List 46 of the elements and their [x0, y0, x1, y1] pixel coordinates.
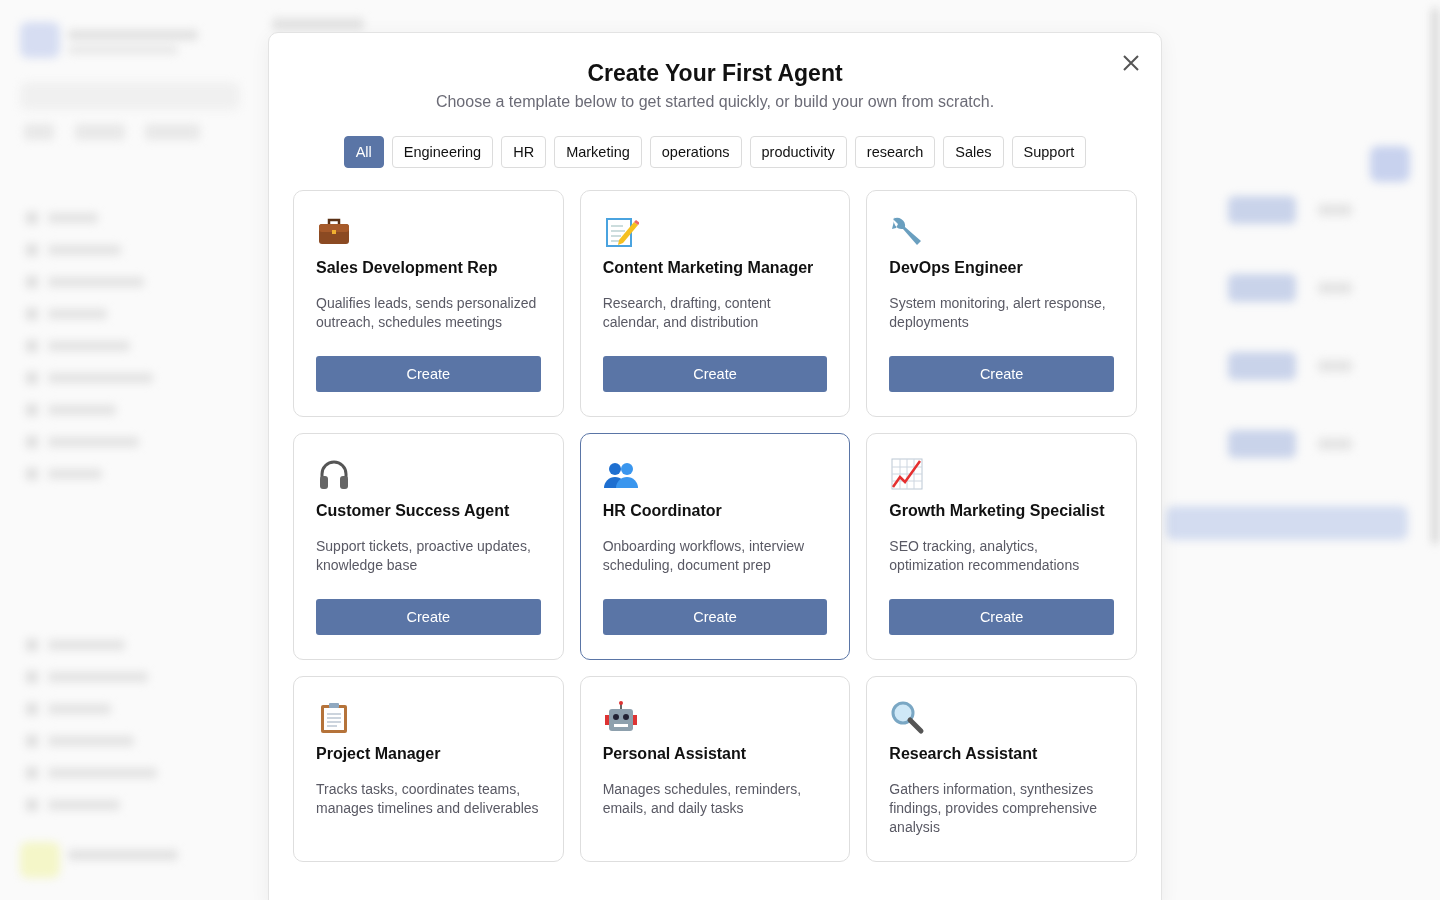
template-name: Growth Marketing Specialist	[889, 502, 1106, 520]
template-name: Personal Assistant	[602, 745, 748, 763]
template-name: Sales Development Rep	[316, 259, 499, 277]
template-card[interactable]: Personal Assistant Manages schedules, reminders, emails, and daily tasks	[579, 676, 851, 862]
dialog-title: Create Your First Agent	[587, 60, 843, 87]
template-name: Research Assistant	[889, 745, 1039, 763]
template-name: DevOps Engineer	[889, 259, 1024, 277]
template-card[interactable]: Research Assistant Gathers information, synthesizes findings, provides comprehensive analysis	[866, 676, 1137, 862]
template-name: Content Marketing Manager	[602, 259, 815, 277]
filter-tab[interactable]: operations	[649, 136, 742, 168]
filter-tab[interactable]: productivity	[749, 136, 847, 168]
template-description: Gathers information, synthesizes findings, provides comprehensive analysis	[889, 780, 1099, 837]
create-button[interactable]: Create	[316, 599, 541, 635]
template-card[interactable]: DevOps Engineer System monitoring, alert response, deployments Create	[866, 190, 1137, 417]
template-card[interactable]: Growth Marketing Specialist SEO tracking, analytics, optimization recommendations Create	[866, 433, 1137, 660]
create-button[interactable]: Create	[602, 599, 828, 635]
template-description: Manages schedules, reminders, emails, and daily tasks	[602, 780, 803, 818]
filter-tab[interactable]: Sales	[943, 136, 1004, 168]
template-description: SEO tracking, analytics, optimization recommendations	[889, 537, 1081, 575]
line-chart-icon	[889, 456, 926, 492]
create-button[interactable]: Create	[889, 356, 1114, 392]
template-description: Onboarding workflows, interview scheduling, document prep	[602, 537, 806, 575]
filter-tab[interactable]: HR	[501, 136, 547, 168]
filter-tab[interactable]: Support	[1011, 136, 1087, 168]
template-card[interactable]: HR Coordinator Onboarding workflows, interview scheduling, document prep Create	[579, 433, 851, 660]
create-button[interactable]: Create	[889, 599, 1114, 635]
filter-tab[interactable]: research	[854, 136, 936, 168]
filter-tab[interactable]: Engineering	[391, 136, 494, 168]
create-button[interactable]: Create	[316, 356, 541, 392]
dialog-subtitle: Choose a template below to get started quickly, or build your own from scratch.	[435, 93, 995, 111]
template-description: Support tickets, proactive updates, knowledge base	[316, 537, 532, 575]
template-description: System monitoring, alert response, deployments	[889, 294, 1107, 332]
template-card[interactable]: Content Marketing Manager Research, drafting, content calendar, and distribution Create	[579, 190, 851, 417]
template-name: Customer Success Agent	[316, 502, 511, 520]
template-card[interactable]: Project Manager Tracks tasks, coordinates teams, manages timelines and deliverables	[293, 676, 564, 862]
template-card[interactable]: Customer Success Agent Support tickets, proactive updates, knowledge base Create	[293, 433, 564, 660]
template-description: Research, drafting, content calendar, and distribution	[602, 294, 772, 332]
create-button[interactable]: Create	[602, 356, 828, 392]
filter-tab[interactable]: Marketing	[554, 136, 642, 168]
magnifier-icon	[889, 699, 926, 735]
template-name: Project Manager	[316, 745, 442, 763]
template-card[interactable]: Sales Development Rep Qualifies leads, sends personalized outreach, schedules meetings Create	[293, 190, 564, 417]
filter-tab[interactable]: All	[343, 136, 384, 168]
template-description: Tracks tasks, coordinates teams, manages timelines and deliverables	[316, 780, 540, 818]
template-name: HR Coordinator	[602, 502, 723, 520]
template-description: Qualifies leads, sends personalized outreach, schedules meetings	[316, 294, 538, 332]
